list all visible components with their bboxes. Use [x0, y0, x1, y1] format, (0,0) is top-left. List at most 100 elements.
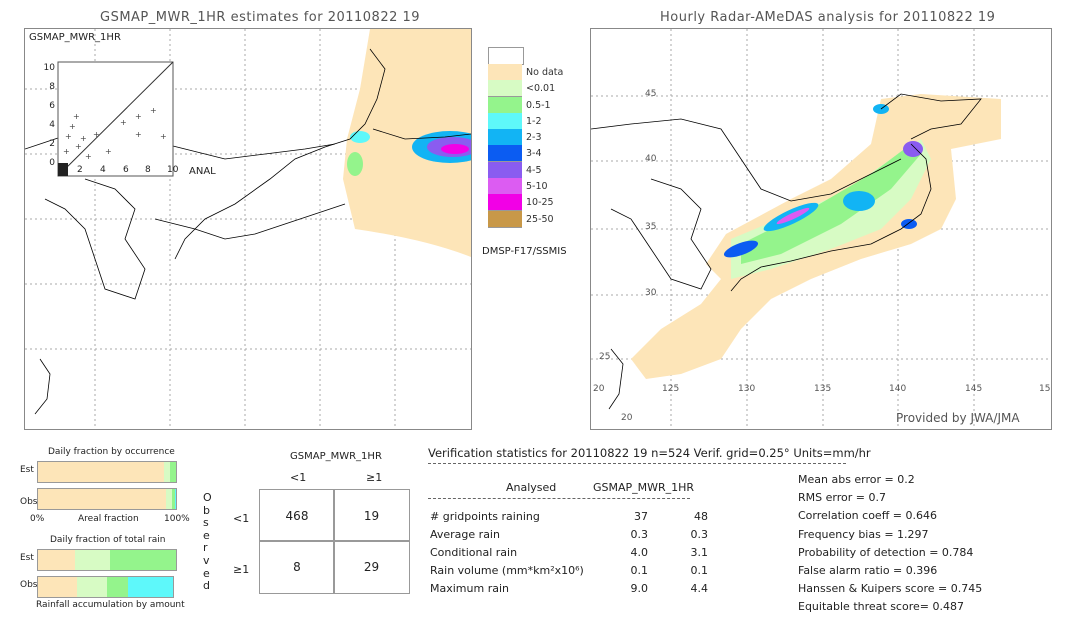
lat-label: 25	[599, 352, 611, 362]
row-label: ≥1	[233, 563, 250, 576]
bar-segment	[38, 577, 78, 597]
est-label: Est	[20, 465, 34, 475]
stat-label: # gridpoints raining	[430, 510, 540, 523]
legend-label: 0.5-1	[526, 99, 551, 111]
total-rain-est-bar	[37, 549, 177, 571]
y-tick: 6	[49, 101, 55, 111]
row-label: <1	[233, 512, 250, 525]
bar-segment	[128, 577, 173, 597]
contingency-title: GSMAP_MWR_1HR	[290, 451, 382, 462]
legend-label: 10-25	[526, 197, 554, 209]
stat-label: Average rain	[430, 528, 500, 541]
legend-label: 2-3	[526, 132, 542, 144]
score: Mean abs error = 0.2	[798, 473, 915, 486]
axis-left-label: 0%	[30, 514, 45, 524]
lon-label: 15	[1039, 384, 1051, 394]
lon-label: 145	[965, 384, 983, 394]
left-map-title: GSMAP_MWR_1HR estimates for 20110822 19	[100, 10, 421, 25]
total-rain-footer: Rainfall accumulation by amount	[36, 600, 185, 610]
score: Frequency bias = 1.297	[798, 527, 929, 541]
bar-segment	[77, 577, 107, 597]
stat-b: 48	[694, 510, 708, 523]
legend-label: 4-5	[526, 164, 542, 176]
stat-b: 3.1	[690, 546, 709, 559]
cell-false-alarm: 19	[333, 489, 410, 542]
stat-a: 9.0	[630, 582, 649, 595]
stat-a: 4.0	[630, 546, 649, 559]
bar-segment	[170, 462, 176, 482]
legend-label: 1-2	[526, 115, 542, 127]
inset-y-ticks: 10 8 6 4 2 0	[43, 59, 55, 173]
score: Probability of detection = 0.784	[798, 545, 974, 559]
stat-a: 0.3	[630, 528, 649, 541]
col-analysed: Analysed	[506, 481, 557, 494]
x-tick: 4	[100, 165, 106, 175]
left-map: + + + + + + + + + + + + + + GSMAP_MWR_1HR 10 8 6 4 2 …	[24, 28, 472, 430]
score: Hanssen & Kuipers score = 0.745	[798, 582, 983, 596]
inset-y-axis-label: GSMAP_MWR_1HR	[29, 32, 121, 43]
score: Equitable threat score= 0.487	[798, 600, 964, 614]
lat-label: 35	[645, 222, 657, 232]
axis-right-label: 100%	[164, 514, 190, 524]
score: False alarm ratio = 0.396	[798, 564, 938, 578]
stat-b: 0.3	[690, 528, 709, 541]
x-tick: 8	[145, 165, 151, 175]
score: RMS error = 0.7	[798, 491, 886, 505]
svg-text:+: +	[105, 147, 112, 156]
right-map-canvas	[591, 29, 1051, 429]
y-tick: 8	[49, 82, 55, 92]
svg-text:+: +	[73, 112, 80, 121]
total-rain-title: Daily fraction of total rain	[50, 535, 166, 545]
bar-segment	[109, 550, 176, 570]
stat-b: 0.1	[690, 564, 709, 577]
col-est: GSMAP_MWR_1HR	[593, 481, 695, 494]
svg-text:+: +	[135, 130, 142, 139]
svg-text:+: +	[85, 152, 92, 161]
stat-label: Conditional rain	[430, 546, 518, 559]
lon-label: 135	[814, 384, 832, 394]
y-tick: 2	[49, 139, 55, 149]
svg-text:+: +	[160, 132, 167, 141]
left-map-canvas: +++++++++++++ +	[25, 29, 471, 429]
legend-label: 5-10	[526, 181, 548, 193]
stat-a: 37	[634, 510, 648, 523]
bar-segment	[163, 462, 171, 482]
cell-hit: 29	[333, 540, 410, 594]
bar-segment	[106, 577, 129, 597]
legend-label: No data	[526, 66, 564, 78]
legend-label: 3-4	[526, 148, 542, 160]
x-tick: 6	[123, 165, 129, 175]
bar-segment	[75, 550, 110, 570]
x-tick: 10	[167, 165, 179, 175]
divider	[428, 463, 846, 464]
occurrence-title: Daily fraction by occurrence	[48, 447, 175, 457]
svg-text:+: +	[65, 132, 72, 141]
lon-label: 130	[738, 384, 756, 394]
est-label: Est	[20, 553, 34, 563]
lat-label: 30	[645, 288, 657, 298]
score: Correlation coeff = 0.646	[798, 509, 937, 523]
obs-label: Obs	[20, 580, 38, 590]
bar-segment	[38, 462, 164, 482]
col-label: ≥1	[366, 471, 383, 484]
y-tick: 10	[43, 63, 55, 73]
right-map: 45 40 35 30 25 20 125 130 135 140 145 15…	[590, 28, 1052, 430]
right-map-title: Hourly Radar-AMeDAS analysis for 2011082…	[660, 10, 996, 25]
y-tick: 4	[49, 120, 55, 130]
bar-segment	[38, 550, 76, 570]
stats-header: Verification statistics for 20110822 19 …	[428, 446, 871, 460]
lon-label: 125	[662, 384, 680, 394]
total-rain-obs-bar	[37, 576, 174, 598]
cell-hit-none: 468	[259, 489, 335, 542]
svg-text:+: +	[69, 122, 76, 131]
svg-text:+: +	[120, 118, 127, 127]
svg-text:+: +	[63, 147, 70, 156]
scores-list: Mean abs error = 0.2 RMS error = 0.7 Cor…	[798, 471, 982, 617]
sensor-label: DMSP-F17/SSMIS	[482, 246, 567, 257]
bar-segment	[174, 489, 176, 509]
lat-label: 40	[645, 154, 657, 164]
svg-text:+: +	[135, 112, 142, 121]
legend-label: 25-50	[526, 213, 554, 225]
svg-text:+: +	[93, 130, 100, 139]
occurrence-obs-bar	[37, 488, 177, 510]
